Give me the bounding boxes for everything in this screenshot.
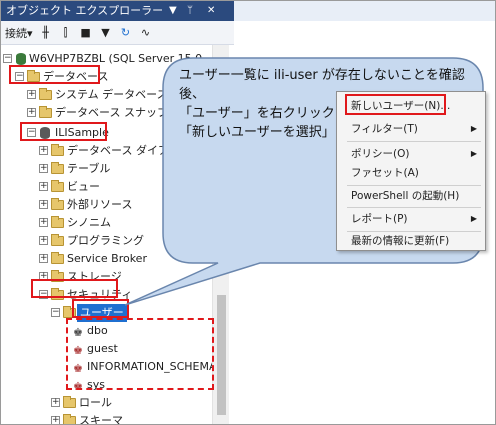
menu-item-powershell[interactable]: PowerShell の起動(H) <box>337 186 485 206</box>
menu-label: レポート(P) <box>351 213 408 225</box>
menu-item-filter[interactable]: フィルター(T) ▶ <box>337 119 485 139</box>
menu-label: PowerShell の起動(H) <box>351 190 460 202</box>
highlight-new-user <box>345 94 446 115</box>
submenu-arrow-icon: ▶ <box>470 124 477 133</box>
menu-label: フィルター(T) <box>351 123 418 135</box>
menu-item-refresh[interactable]: 最新の情報に更新(F) <box>337 231 485 251</box>
submenu-arrow-icon: ▶ <box>470 149 477 158</box>
menu-item-facet[interactable]: ファセット(A) <box>337 163 485 183</box>
submenu-arrow-icon: ▶ <box>470 214 477 223</box>
callout-line: ユーザー一覧に ili-user が存在しないことを確認 <box>179 68 465 83</box>
menu-label: ポリシー(O) <box>351 148 410 160</box>
menu-item-policy[interactable]: ポリシー(O) ▶ <box>337 144 485 164</box>
context-menu: 新しいユーザー(N)... フィルター(T) ▶ ポリシー(O) ▶ ファセット… <box>336 91 486 251</box>
menu-separator <box>347 207 481 208</box>
menu-label: ファセット(A) <box>351 167 419 179</box>
menu-label: 最新の情報に更新(F) <box>351 235 450 247</box>
menu-item-report[interactable]: レポート(P) ▶ <box>337 209 485 229</box>
menu-separator <box>347 141 481 142</box>
